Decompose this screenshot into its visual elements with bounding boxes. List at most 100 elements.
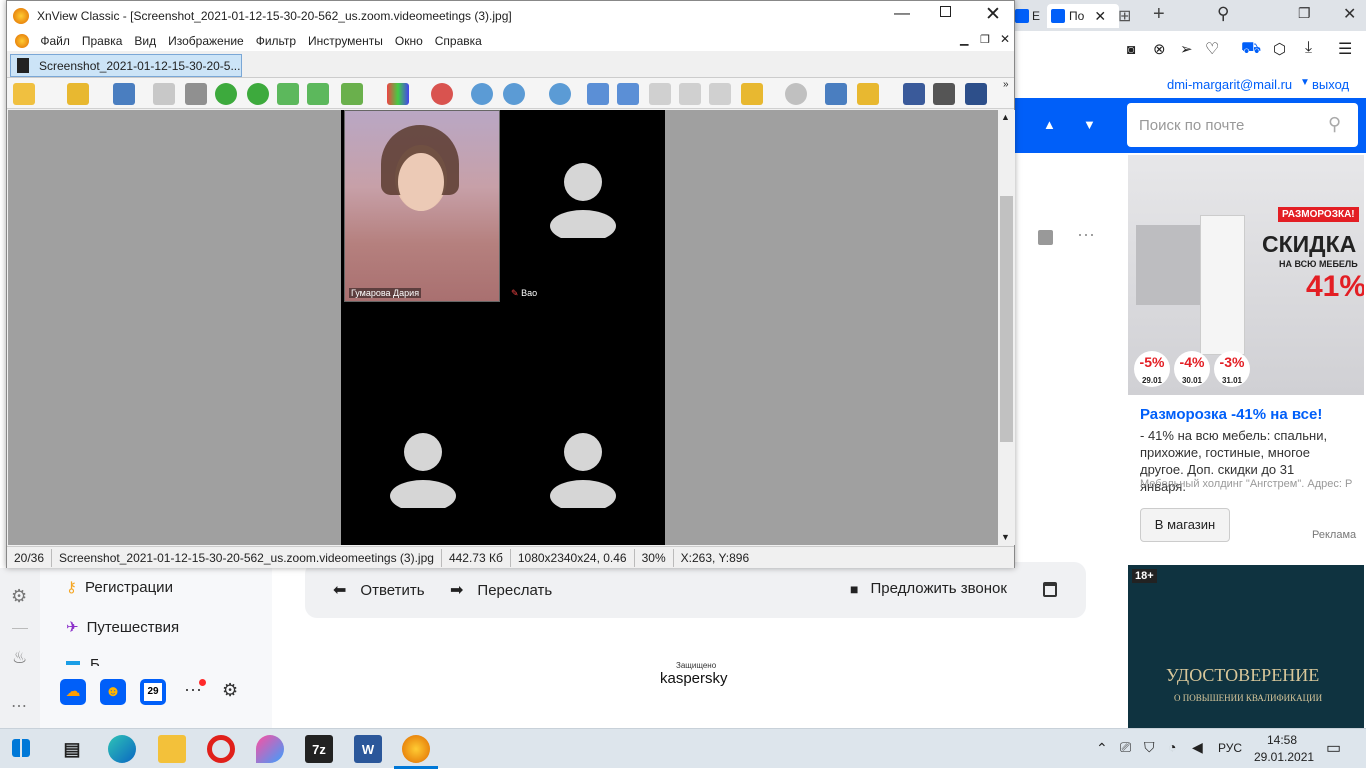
scroll-thumb[interactable] bbox=[1000, 196, 1013, 442]
wifi-icon[interactable]: ◔ bbox=[1168, 739, 1176, 755]
calendar-icon[interactable] bbox=[1043, 582, 1057, 597]
search-icon[interactable]: ⚲ bbox=[1328, 114, 1341, 135]
go-forward-icon[interactable] bbox=[307, 83, 329, 105]
ad-banner[interactable]: РАЗМОРОЗКА! СКИДКА НА ВСЮ МЕБЕЛЬ 41% -5%… bbox=[1128, 155, 1364, 395]
restore-icon[interactable]: ❐ bbox=[1298, 5, 1311, 22]
heart-icon[interactable]: ♡ bbox=[1205, 39, 1219, 59]
user-email[interactable]: dmi-margarit@mail.ru bbox=[1167, 77, 1292, 92]
document-tab[interactable]: Screenshot_2021-01-12-15-30-20-5... bbox=[10, 54, 242, 77]
arrow-up-icon[interactable]: ▲ bbox=[1043, 117, 1056, 132]
adjust-colors-icon[interactable] bbox=[387, 83, 409, 105]
save-icon[interactable] bbox=[113, 83, 135, 105]
cloud-app-icon[interactable]: ☁ bbox=[60, 679, 86, 705]
binoculars-icon[interactable] bbox=[903, 83, 925, 105]
prev-image-icon[interactable] bbox=[587, 83, 609, 105]
zoom-actual-icon[interactable] bbox=[503, 83, 525, 105]
maximize-icon[interactable] bbox=[940, 6, 951, 17]
close-icon[interactable]: ✕ bbox=[1343, 4, 1356, 24]
forward-button[interactable]: ➡ Переслать bbox=[450, 580, 552, 600]
open-folder-icon[interactable] bbox=[67, 83, 89, 105]
last-image-icon[interactable] bbox=[679, 83, 701, 105]
menu-view[interactable]: Вид bbox=[128, 31, 162, 51]
new-tab-icon[interactable]: + bbox=[1153, 3, 1165, 26]
first-image-icon[interactable] bbox=[649, 83, 671, 105]
cart-icon[interactable]: ⛟ bbox=[1241, 39, 1261, 59]
network-device-icon[interactable]: ⎚ bbox=[1120, 739, 1131, 756]
start-windows-icon[interactable] bbox=[12, 739, 30, 757]
mdi-minimize-icon[interactable]: ▁ bbox=[960, 33, 968, 46]
more-icon[interactable]: ⋯ bbox=[1077, 225, 1095, 246]
file-explorer-icon[interactable] bbox=[158, 735, 186, 763]
zoom-in-icon[interactable] bbox=[471, 83, 493, 105]
remove-icon[interactable] bbox=[431, 83, 453, 105]
security-icon[interactable]: ⛉ bbox=[1144, 739, 1155, 756]
volume-icon[interactable]: ◀ bbox=[1192, 739, 1203, 756]
menu-tools[interactable]: Инструменты bbox=[302, 31, 389, 51]
box-icon[interactable]: ⬡ bbox=[1273, 40, 1286, 58]
arrow-down-icon[interactable]: ▼ bbox=[1083, 117, 1096, 132]
paint-app-icon[interactable] bbox=[256, 735, 284, 763]
reply-button[interactable]: ⬅ Ответить bbox=[333, 580, 425, 600]
toolbar-overflow-icon[interactable]: » bbox=[1003, 79, 1009, 90]
ad-banner-2[interactable]: 18+ УДОСТОВЕРЕНИЕ О ПОВЫШЕНИИ КВАЛИФИКАЦ… bbox=[1128, 565, 1364, 728]
menu-app-icon[interactable] bbox=[15, 34, 29, 48]
notifications-icon[interactable]: ▭ bbox=[1326, 738, 1341, 758]
next-image-icon[interactable] bbox=[617, 83, 639, 105]
mdi-close-icon[interactable]: ✕ bbox=[1000, 32, 1010, 46]
export-icon[interactable] bbox=[341, 83, 363, 105]
download-icon[interactable]: ⤓ bbox=[1305, 39, 1312, 57]
scroll-up-icon[interactable]: ▲ bbox=[1001, 112, 1010, 122]
chevron-up-icon[interactable]: ⌃ bbox=[1096, 740, 1108, 757]
chevron-down-icon[interactable]: ▼ bbox=[1300, 77, 1310, 88]
close-icon[interactable]: ✕ bbox=[985, 3, 1001, 26]
menu-edit[interactable]: Правка bbox=[76, 31, 129, 51]
menu-window[interactable]: Окно bbox=[389, 31, 429, 51]
ad-shop-button[interactable]: В магазин bbox=[1140, 508, 1230, 542]
undo-icon[interactable] bbox=[153, 83, 175, 105]
crop-icon[interactable] bbox=[185, 83, 207, 105]
edge-icon[interactable] bbox=[108, 735, 136, 763]
folder-registrations[interactable]: ⚷ Регистрации bbox=[66, 578, 173, 597]
settings-icon[interactable]: ⚙ bbox=[222, 680, 238, 701]
xnview-taskbar-icon[interactable] bbox=[402, 735, 430, 763]
xnview-title-bar[interactable]: XnView Classic - [Screenshot_2021-01-12-… bbox=[7, 1, 1014, 31]
open-with-icon[interactable] bbox=[857, 83, 879, 105]
contacts-app-icon[interactable]: ☻ bbox=[100, 679, 126, 705]
clock-date[interactable]: 29.01.2021 bbox=[1254, 750, 1314, 764]
menu-help[interactable]: Справка bbox=[429, 31, 488, 51]
clock-time[interactable]: 14:58 bbox=[1267, 733, 1297, 747]
calendar-app-icon[interactable]: 29 bbox=[140, 679, 166, 705]
image-view[interactable]: Гумарова Дария ✎ Вао bbox=[8, 110, 998, 545]
block-icon[interactable]: ⊗ bbox=[1153, 40, 1166, 58]
menu-filter[interactable]: Фильтр bbox=[250, 31, 302, 51]
folder-travel[interactable]: ✈ Путешествия bbox=[66, 618, 179, 637]
tab-actions-icon[interactable]: ⊞ bbox=[1118, 6, 1131, 26]
scanner-icon[interactable] bbox=[965, 83, 987, 105]
zoom-out-icon[interactable] bbox=[549, 83, 571, 105]
more-icon[interactable]: ⋯ bbox=[11, 696, 27, 716]
info-icon[interactable] bbox=[785, 83, 807, 105]
search-input[interactable] bbox=[1127, 103, 1358, 147]
suggest-call-button[interactable]: ■ Предложить звонок bbox=[850, 580, 1007, 597]
print-icon[interactable] bbox=[933, 83, 955, 105]
language-indicator[interactable]: РУС bbox=[1218, 741, 1242, 755]
rotate-left-icon[interactable] bbox=[215, 83, 237, 105]
minimize-icon[interactable]: — bbox=[894, 5, 910, 23]
browser-mode-icon[interactable] bbox=[13, 83, 35, 105]
rotate-right-icon[interactable] bbox=[247, 83, 269, 105]
logout-link[interactable]: выход bbox=[1312, 77, 1349, 92]
menu-icon[interactable]: ☰ bbox=[1338, 39, 1352, 59]
calendar-icon[interactable] bbox=[1038, 230, 1053, 245]
lightbulb-icon[interactable]: ♨ bbox=[12, 648, 27, 668]
ad-title[interactable]: Разморозка -41% на все! bbox=[1140, 406, 1322, 423]
menu-image[interactable]: Изображение bbox=[162, 31, 250, 51]
7zip-icon[interactable]: 7z bbox=[305, 735, 333, 763]
word-icon[interactable]: W bbox=[354, 735, 382, 763]
camera-icon[interactable]: ◙ bbox=[1127, 41, 1135, 57]
mdi-restore-icon[interactable]: ❐ bbox=[980, 33, 990, 46]
close-tab-icon[interactable]: ✕ bbox=[1094, 8, 1106, 25]
task-view-icon[interactable]: ▤ bbox=[58, 735, 86, 763]
send-icon[interactable]: ➢ bbox=[1180, 40, 1193, 58]
vertical-scrollbar[interactable]: ▲ ▼ bbox=[998, 110, 1015, 545]
browser-tab-1[interactable]: Е bbox=[1015, 4, 1045, 28]
